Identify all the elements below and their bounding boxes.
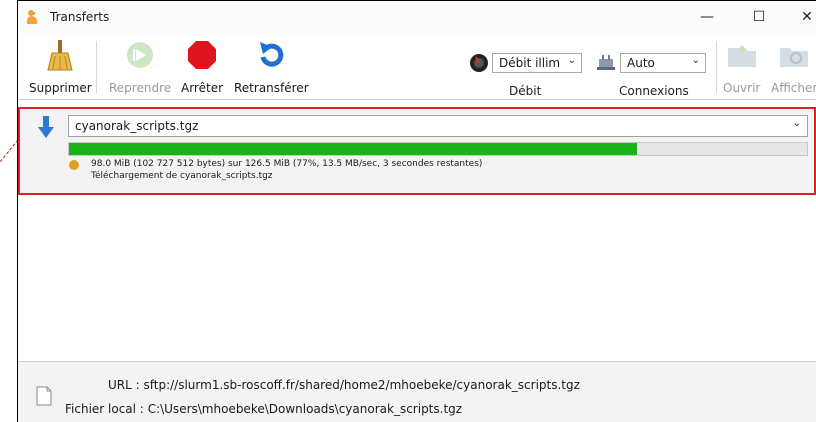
url-row: URL : sftp://slurm1.sb-roscoff.fr/shared… xyxy=(108,378,580,392)
stop-label: Arrêter xyxy=(181,81,224,95)
chevron-down-icon: ⌄ xyxy=(792,118,801,129)
retransfer-label: Retransférer xyxy=(234,81,309,95)
transfer-list: cyanorak_scripts.tgz ⌄ 98.0 MiB (102 727… xyxy=(18,99,816,362)
play-icon xyxy=(124,39,156,71)
local-file-label: Fichier local : xyxy=(65,402,144,416)
stop-button[interactable]: Arrêter xyxy=(181,39,223,95)
rate-value: Débit illim xyxy=(499,56,561,70)
resume-button[interactable]: Reprendre xyxy=(109,39,171,95)
filename: cyanorak_scripts.tgz xyxy=(75,119,199,133)
file-icon xyxy=(36,386,52,409)
connections-value: Auto xyxy=(627,56,655,70)
open-button[interactable]: Ouvrir xyxy=(723,39,760,95)
window-title: Transferts xyxy=(50,10,110,24)
maximize-button[interactable]: ☐ xyxy=(736,1,782,33)
resume-label: Reprendre xyxy=(109,81,172,95)
speed-dial-icon xyxy=(469,53,489,76)
status-dot-icon xyxy=(69,160,79,170)
annotation-arrow xyxy=(0,140,18,163)
open-label: Ouvrir xyxy=(723,81,761,95)
broom-icon xyxy=(44,39,76,71)
connections-label: Connexions xyxy=(619,84,689,98)
progress-fill xyxy=(69,143,638,155)
delete-button[interactable]: Supprimer xyxy=(29,39,92,95)
stop-icon xyxy=(186,39,218,71)
progress-bar xyxy=(68,142,808,156)
transfer-status: 98.0 MiB (102 727 512 bytes) sur 126.5 M… xyxy=(91,159,483,169)
show-label: Afficher xyxy=(771,81,816,95)
toolbar: Supprimer Reprendre Arrêter Retransférer… xyxy=(18,33,816,99)
local-file-value: C:\Users\mhoebeke\Downloads\cyanorak_scr… xyxy=(147,402,463,416)
details-panel: URL : sftp://slurm1.sb-roscoff.fr/shared… xyxy=(18,361,816,422)
transfers-window: Transferts — ☐ ✕ Supprimer Reprendre Arr… xyxy=(17,0,816,422)
close-button[interactable]: ✕ xyxy=(784,1,816,33)
url-value: sftp://slurm1.sb-roscoff.fr/shared/home2… xyxy=(143,378,580,392)
show-button[interactable]: Afficher xyxy=(771,39,816,95)
rate-label: Débit xyxy=(509,84,542,98)
chevron-down-icon: ⌄ xyxy=(691,55,700,66)
folder-search-icon xyxy=(778,39,810,71)
filename-select[interactable]: cyanorak_scripts.tgz ⌄ xyxy=(68,115,808,137)
chevron-down-icon: ⌄ xyxy=(567,55,576,66)
connections-select[interactable]: Auto ⌄ xyxy=(620,53,706,73)
minimize-button[interactable]: — xyxy=(684,1,730,33)
delete-label: Supprimer xyxy=(29,81,92,95)
app-icon xyxy=(24,9,40,28)
url-label: URL : xyxy=(108,378,140,392)
local-file-row: Fichier local : C:\Users\mhoebeke\Downlo… xyxy=(65,402,462,416)
title-bar: Transferts — ☐ ✕ xyxy=(18,1,816,33)
redo-arrow-icon xyxy=(255,39,287,71)
transfer-action: Téléchargement de cyanorak_scripts.tgz xyxy=(91,171,273,181)
download-arrow-icon xyxy=(37,115,55,142)
network-cable-icon xyxy=(595,51,617,76)
folder-icon xyxy=(726,39,758,71)
toolbar-separator xyxy=(716,41,717,93)
rate-select[interactable]: Débit illim ⌄ xyxy=(492,53,582,73)
transfer-item[interactable]: cyanorak_scripts.tgz ⌄ 98.0 MiB (102 727… xyxy=(18,107,816,195)
toolbar-separator xyxy=(96,41,97,93)
retransfer-button[interactable]: Retransférer xyxy=(234,39,309,95)
